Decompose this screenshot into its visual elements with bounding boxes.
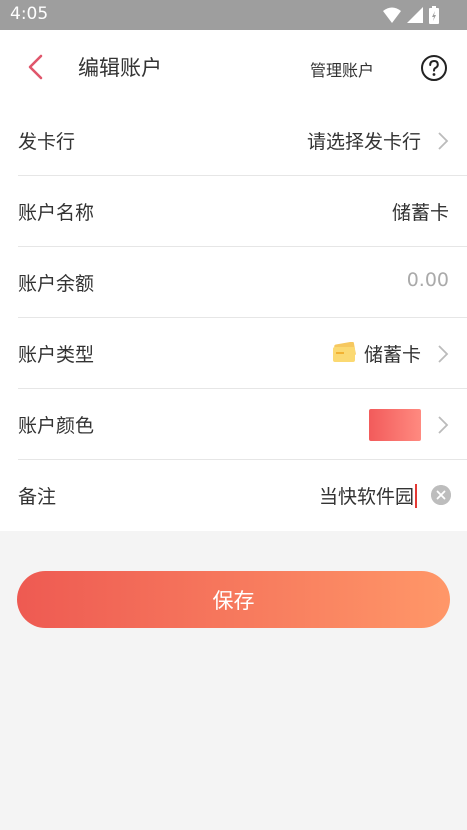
balance-label: 账户余额 <box>18 273 95 295</box>
status-time: 4:05 <box>10 4 49 24</box>
chevron-right-icon <box>438 132 449 150</box>
text-cursor <box>415 484 417 508</box>
wifi-icon <box>383 7 401 23</box>
row-issuer[interactable]: 发卡行 请选择发卡行 <box>0 105 467 176</box>
card-icon <box>333 342 356 362</box>
manage-accounts-link[interactable]: 管理账户 <box>310 57 374 81</box>
chevron-right-icon <box>438 416 449 434</box>
row-note[interactable]: 备注 当快软件园 <box>0 460 467 531</box>
nav-bar: 编辑账户 管理账户 <box>0 30 467 105</box>
page-title: 编辑账户 <box>78 56 162 80</box>
account-form: 发卡行 请选择发卡行 账户名称 储蓄卡 账户余额 0.00 账户类型 储蓄卡 账… <box>0 105 467 531</box>
signal-icon <box>407 7 423 23</box>
account-color-label: 账户颜色 <box>18 415 95 437</box>
row-account-type[interactable]: 账户类型 储蓄卡 <box>0 318 467 389</box>
row-account-color[interactable]: 账户颜色 <box>0 389 467 460</box>
account-name-input[interactable]: 储蓄卡 <box>392 198 449 225</box>
balance-input[interactable]: 0.00 <box>407 269 449 291</box>
account-type-label: 账户类型 <box>18 344 95 366</box>
status-bar: 4:05 <box>0 0 467 30</box>
row-account-name[interactable]: 账户名称 储蓄卡 <box>0 176 467 247</box>
back-arrow-icon[interactable] <box>22 52 52 82</box>
note-label: 备注 <box>18 486 57 508</box>
note-text: 当快软件园 <box>318 486 414 508</box>
color-swatch <box>369 409 421 441</box>
chevron-right-icon <box>438 345 449 363</box>
account-type-value: 储蓄卡 <box>363 344 421 366</box>
issuer-label: 发卡行 <box>18 131 76 153</box>
help-icon[interactable] <box>420 54 448 82</box>
status-icons <box>383 6 439 24</box>
save-button[interactable]: 保存 <box>17 571 450 628</box>
battery-icon <box>429 6 439 24</box>
row-balance[interactable]: 账户余额 0.00 <box>0 247 467 318</box>
clear-icon[interactable] <box>431 485 451 505</box>
note-input[interactable]: 当快软件园 <box>319 482 417 509</box>
issuer-value: 请选择发卡行 <box>306 131 421 153</box>
account-name-label: 账户名称 <box>18 202 95 224</box>
